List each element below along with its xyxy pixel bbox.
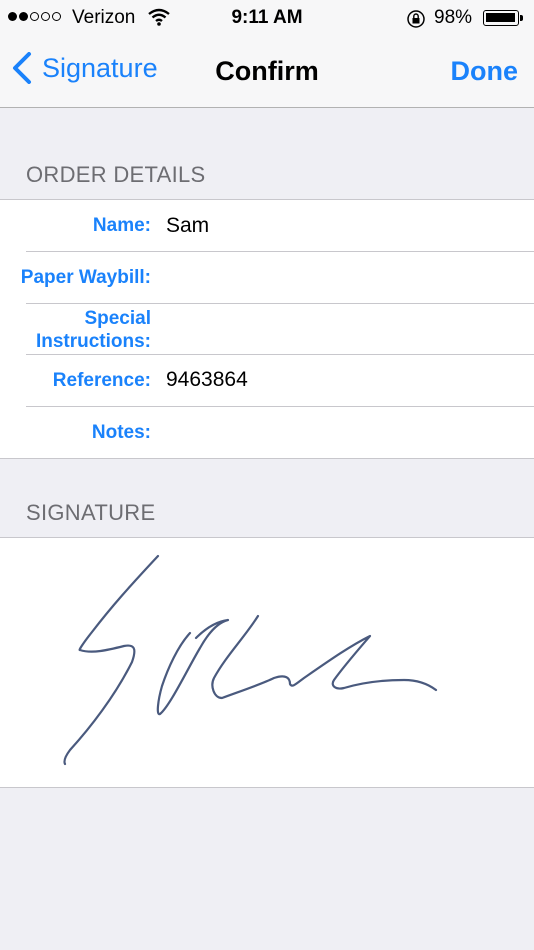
battery-icon bbox=[483, 10, 523, 26]
special-instructions-label-line2: Instructions: bbox=[35, 331, 151, 352]
notes-label: Notes: bbox=[91, 422, 151, 443]
reference-row: Reference: 9463864 bbox=[0, 355, 534, 407]
navigation-bar: Signature Confirm Done bbox=[0, 38, 534, 108]
name-row: Name: Sam bbox=[0, 200, 534, 252]
name-value: Sam bbox=[166, 214, 210, 237]
paper-waybill-row[interactable]: Paper Waybill: bbox=[0, 252, 534, 303]
status-bar: Verizon 9:11 AM 98% bbox=[0, 0, 534, 38]
order-details-group: Name: Sam Paper Waybill: Special Instruc… bbox=[0, 199, 534, 459]
signature-header: SIGNATURE bbox=[26, 500, 156, 525]
name-label: Name: bbox=[92, 215, 151, 236]
reference-label: Reference: bbox=[52, 370, 151, 391]
reference-value: 9463864 bbox=[166, 368, 248, 391]
signature-box bbox=[0, 537, 534, 788]
special-instructions-row[interactable]: Special Instructions: bbox=[0, 304, 534, 355]
notes-row[interactable]: Notes: bbox=[0, 407, 534, 459]
done-button[interactable]: Done bbox=[451, 56, 519, 87]
signature-drawing bbox=[63, 554, 438, 766]
rotation-lock-icon bbox=[406, 9, 426, 35]
special-instructions-label: Special Instructions: bbox=[36, 307, 151, 353]
paper-waybill-label: Paper Waybill: bbox=[20, 267, 151, 288]
order-details-header: ORDER DETAILS bbox=[26, 162, 206, 187]
special-instructions-label-line1: Special bbox=[84, 308, 151, 329]
battery-percent: 98% bbox=[434, 7, 473, 28]
